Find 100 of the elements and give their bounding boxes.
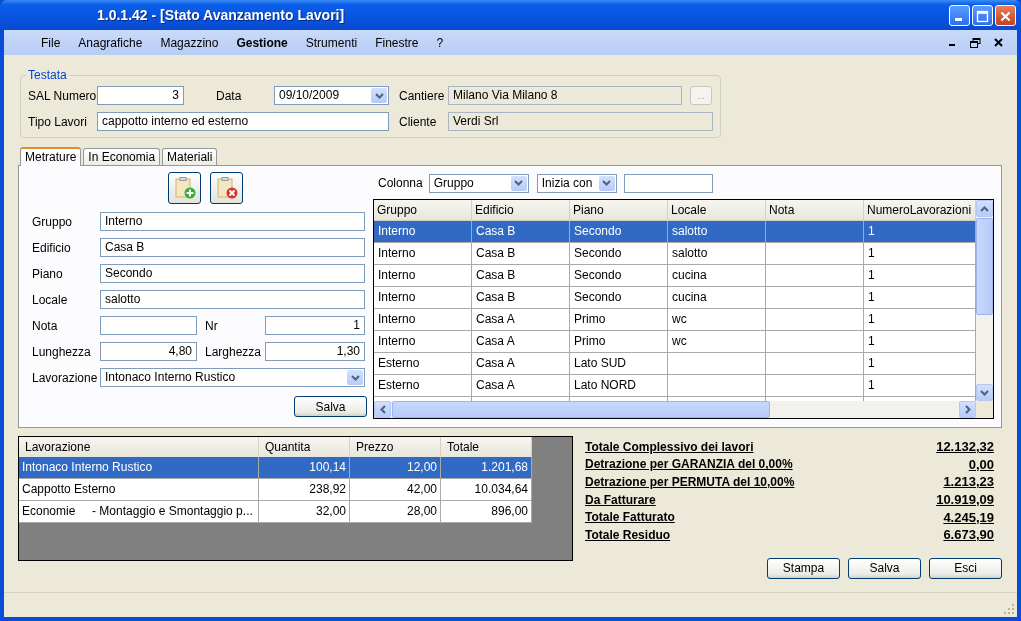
table-row[interactable]: Esterno Casa A Lato SUD 1 (374, 353, 976, 375)
field-label: Larghezza (205, 344, 263, 359)
column-header[interactable]: Locale (668, 200, 766, 220)
scroll-up-button[interactable] (976, 200, 993, 217)
table-cell: 1.201,68 (441, 457, 532, 478)
field-label: Lunghezza (32, 344, 92, 359)
total-value: 10.919,09 (936, 492, 994, 508)
input-field[interactable]: salotto (100, 290, 365, 309)
input-field[interactable]: Interno (100, 212, 365, 231)
menu-item[interactable]: Finestre (366, 32, 428, 53)
scroll-right-button[interactable] (959, 401, 976, 418)
column-header[interactable]: Nota (766, 200, 864, 220)
table-cell: Secondo (570, 265, 668, 286)
scroll-left-button[interactable] (374, 401, 391, 418)
action-button[interactable]: Esci (929, 557, 1002, 579)
scrollbar-thumb[interactable] (976, 218, 993, 315)
table-cell: Primo (570, 331, 668, 352)
table-cell: Cappotto Esterno (19, 479, 259, 500)
table-cell: 28,00 (350, 501, 441, 522)
resize-grip-icon[interactable] (1003, 603, 1015, 615)
delete-button[interactable] (210, 172, 243, 204)
total-label: Totale Fatturato (585, 510, 675, 525)
close-icon[interactable] (994, 38, 1003, 47)
field-label: Locale (32, 292, 69, 307)
table-row[interactable]: Interno Casa A Primo wc 1 (374, 309, 976, 331)
input-field[interactable]: 1 (265, 316, 365, 335)
table-cell: Interno (374, 243, 472, 264)
table-row[interactable]: Interno Casa B Secondo salotto 1 (374, 221, 976, 243)
column-header[interactable]: Piano (570, 200, 668, 220)
table-row[interactable]: Interno Casa B Secondo cucina 1 (374, 287, 976, 309)
save-button[interactable]: Salva (294, 396, 367, 417)
close-button[interactable] (995, 4, 1016, 26)
table-row[interactable]: Economie - Montaggio e Smontaggio p... 32,00 28,00 896,00 (19, 501, 532, 523)
scroll-down-button[interactable] (976, 384, 993, 401)
tab[interactable]: Materiali (162, 148, 218, 165)
total-value: 4.245,19 (943, 509, 994, 525)
table-cell: 10.034,64 (441, 479, 532, 500)
table-cell: Lato SUD (570, 353, 668, 374)
input-field[interactable]: Milano Via Milano 8 (448, 86, 682, 105)
total-label: Detrazione per GARANZIA del 0,00% (585, 457, 793, 472)
chevron-down-icon (350, 374, 360, 381)
column-dropdown[interactable]: Gruppo (428, 173, 529, 193)
table-cell: cucina (668, 265, 766, 286)
mode-dropdown[interactable]: Inizia con (536, 173, 617, 193)
menu-item[interactable]: Gestione (227, 32, 297, 53)
dropdown[interactable]: Intonaco Interno Rustico (100, 368, 365, 387)
table-cell: Economie - Montaggio e Smontaggio p... (19, 501, 259, 522)
chevron-down-icon (374, 92, 384, 99)
table-cell: 12,00 (350, 457, 441, 478)
tab[interactable]: In Economia (83, 148, 161, 165)
menu-item[interactable]: File (32, 32, 70, 53)
table-row[interactable]: Intonaco Interno Rustico 100,14 12,00 1.201,68 (19, 457, 532, 479)
table-row[interactable]: Esterno Casa A Lato NORD 1 (374, 375, 976, 397)
input-field[interactable]: 4,80 (100, 342, 197, 361)
menu-item[interactable]: ? (427, 32, 453, 53)
menu-item[interactable]: Magazzino (151, 32, 228, 53)
table-cell: Secondo (570, 221, 668, 242)
vertical-scrollbar[interactable] (976, 200, 993, 401)
restore-icon[interactable] (970, 37, 981, 48)
field-label: Gruppo (32, 214, 74, 229)
action-button[interactable]: Salva (848, 557, 921, 579)
table-cell: Casa A (472, 331, 570, 352)
scrollbar-thumb[interactable] (392, 401, 770, 418)
input-field[interactable]: 1,30 (265, 342, 365, 361)
input-field[interactable]: Secondo (100, 264, 365, 283)
chevron-right-icon (964, 405, 971, 414)
column-header[interactable]: Edificio (472, 200, 570, 220)
table-cell: Casa B (472, 221, 570, 242)
table-row[interactable]: Interno Casa B Secondo salotto 1 (374, 243, 976, 265)
action-button[interactable]: Stampa (767, 557, 840, 579)
total-value: 0,00 (968, 456, 994, 472)
menu-item[interactable]: Anagrafiche (69, 32, 152, 53)
minimize-button[interactable] (949, 4, 970, 26)
table-cell: Intonaco Interno Rustico (19, 457, 259, 478)
field-label: Data (216, 88, 243, 103)
clipboard-add-icon (172, 176, 197, 200)
input-field[interactable]: Verdi Srl (448, 112, 713, 131)
input-field[interactable]: Casa B (100, 238, 365, 257)
column-header[interactable]: Gruppo (374, 200, 472, 220)
add-button[interactable] (168, 172, 201, 204)
table-cell: Interno (374, 331, 472, 352)
field-label: Edificio (32, 240, 72, 255)
input-field[interactable] (100, 316, 197, 335)
table-row[interactable]: Interno Casa B Secondo cucina 1 (374, 265, 976, 287)
menu-item[interactable]: Strumenti (296, 32, 367, 53)
horizontal-scrollbar[interactable] (374, 401, 976, 418)
date-picker[interactable]: 09/10/2009 (274, 86, 389, 105)
scrollbar-corner (976, 401, 993, 418)
tab[interactable]: Metrature (20, 147, 82, 166)
total-label: Totale Complessivo dei lavori (585, 439, 754, 454)
chevron-up-icon (980, 205, 989, 212)
chevron-down-icon (602, 180, 612, 186)
table-row[interactable]: Cappotto Esterno 238,92 42,00 10.034,64 (19, 479, 532, 501)
table-row[interactable]: Interno Casa A Primo wc 1 (374, 331, 976, 353)
table-cell: Primo (570, 309, 668, 330)
filter-input[interactable] (623, 173, 713, 193)
input-field[interactable]: 3 (97, 86, 184, 105)
maximize-button[interactable] (972, 4, 993, 26)
table-cell: Interno (374, 309, 472, 330)
input-field[interactable]: cappotto interno ed esterno (97, 112, 389, 131)
